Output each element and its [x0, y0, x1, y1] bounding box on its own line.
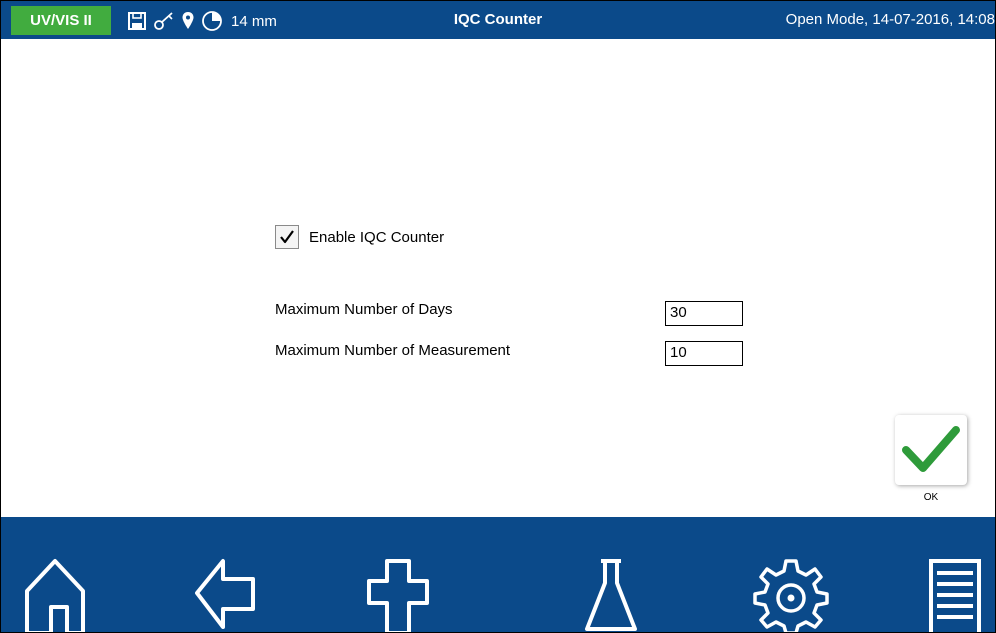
checkmark-icon [902, 426, 960, 472]
home-icon [25, 559, 85, 632]
flask-button[interactable] [583, 557, 639, 632]
menu-button[interactable] [927, 557, 983, 632]
enable-iqc-label: Enable IQC Counter [309, 229, 445, 246]
flask-icon [585, 559, 637, 631]
max-measurements-input[interactable]: 10 [665, 341, 743, 366]
settings-button[interactable] [753, 557, 829, 632]
mode-datetime: Open Mode, 14-07-2016, 14:08 [785, 11, 995, 28]
enable-iqc-checkbox[interactable] [275, 225, 299, 249]
back-arrow-icon [195, 559, 255, 629]
checkmark-small-icon [280, 230, 294, 244]
top-status-bar: UV/VIS II 14 mm IQC Counter Open Mode, 1… [1, 1, 995, 39]
back-button[interactable] [193, 557, 257, 632]
home-button[interactable] [23, 557, 87, 632]
add-button[interactable] [365, 557, 431, 632]
bottom-toolbar [1, 517, 995, 632]
max-days-label: Maximum Number of Days [275, 301, 453, 318]
ok-button[interactable] [895, 415, 967, 485]
settings-gear-icon [753, 559, 829, 632]
max-measurements-label: Maximum Number of Measurement [275, 342, 511, 359]
menu-list-icon [929, 559, 981, 632]
add-icon [367, 559, 429, 632]
max-days-input[interactable]: 30 [665, 301, 743, 326]
app-window: UV/VIS II 14 mm IQC Counter Open Mode, 1… [0, 0, 996, 633]
ok-label: OK [923, 492, 939, 503]
